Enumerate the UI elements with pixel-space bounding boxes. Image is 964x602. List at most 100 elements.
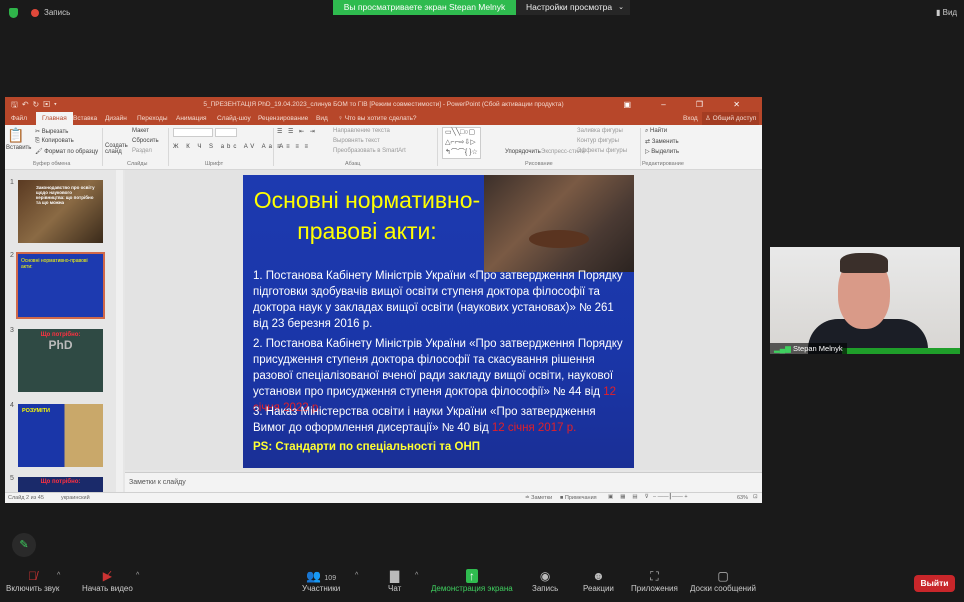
replace-button[interactable]: ⇄ Заменить — [645, 138, 679, 145]
apps-button[interactable]: ⛶ Приложения — [631, 568, 678, 593]
current-slide[interactable]: Основні нормативно-правові акти: 1. Пост… — [243, 175, 634, 468]
list-buttons[interactable]: ☰ ☰ ⇤ ⇥ — [277, 128, 317, 135]
video-options-caret[interactable]: ^ — [136, 572, 139, 579]
tell-me-search[interactable]: ♀ Что вы хотите сделать? — [338, 112, 417, 125]
zoom-level[interactable]: 63% — [737, 495, 748, 501]
item-text: 2. Постанова Кабінету Міністрів України … — [253, 338, 623, 398]
record-button[interactable]: ◉ Запись — [532, 568, 558, 593]
window-controls[interactable]: ▣ – ❐ ✕ — [623, 97, 754, 112]
chat-button[interactable]: ▇ Чат — [388, 568, 401, 593]
align-text-button[interactable]: Выровнять текст — [333, 138, 380, 144]
layout-button[interactable]: Макет — [132, 128, 149, 134]
shape-outline-button[interactable]: Контур фигуры — [577, 138, 619, 144]
fit-slide-icon[interactable]: ⊡ — [753, 494, 758, 500]
unmute-button[interactable]: 🎙̸ Включить звук — [6, 568, 59, 593]
apps-icon: ⛶ — [650, 569, 659, 583]
tab-file[interactable]: Файл — [11, 112, 27, 125]
copy-button[interactable]: ⎘ Копировать — [35, 138, 74, 145]
whiteboards-button[interactable]: ▢ Доски сообщений — [690, 568, 756, 593]
view-label: Вид — [942, 8, 958, 17]
notes-placeholder: Заметки к слайду — [129, 479, 186, 486]
tab-design[interactable]: Дизайн — [105, 112, 127, 125]
screen-share-banner: Вы просматриваете экран Stepan Melnyk — [333, 0, 516, 15]
whiteboards-label: Доски сообщений — [690, 584, 757, 593]
thumb-number: 3 — [10, 327, 14, 334]
start-video-button[interactable]: ▶̸ Начать видео — [82, 568, 133, 593]
reset-button[interactable]: Сбросить — [132, 138, 159, 144]
slide-title: Основні нормативно-правові акти: — [253, 187, 481, 244]
tab-home[interactable]: Главная — [36, 112, 73, 125]
reactions-label: Реакции — [583, 584, 614, 593]
chat-caret[interactable]: ^ — [415, 572, 418, 579]
language-indicator[interactable]: украинский — [61, 495, 90, 501]
participant-video-tile[interactable]: ▂▄▆ Stepan Melnyk — [770, 247, 960, 354]
font-format-buttons[interactable]: Ж К Ч S abc AV Aa A — [173, 144, 286, 150]
shape-effects-button[interactable]: Эффекты фигуры — [577, 148, 627, 154]
participant-name-text: Stepan Melnyk — [792, 344, 843, 353]
reactions-button[interactable]: ☻ Реакции — [583, 568, 614, 593]
signal-icon: ▂▄▆ — [774, 344, 791, 353]
paste-button[interactable]: Вставить — [6, 145, 31, 151]
share-button[interactable]: ♙ Общий доступ — [702, 112, 760, 125]
replace-label: Заменить — [651, 139, 679, 145]
smartart-button[interactable]: Преобразовать в SmartArt — [333, 148, 406, 154]
thumb-title: Законодавство про освіту щодо наукового … — [36, 185, 95, 205]
gavel-icon — [529, 230, 589, 248]
comments-toggle[interactable]: ■ Примечания — [560, 495, 597, 501]
signin-link[interactable]: Вход — [683, 112, 698, 125]
new-slide-button[interactable]: Создать слайд — [105, 143, 129, 155]
find-button[interactable]: ⌕ Найти — [645, 128, 667, 135]
audio-options-caret[interactable]: ^ — [57, 572, 60, 579]
tab-review[interactable]: Рецензирование — [258, 112, 308, 125]
select-button[interactable]: ▷ Выделить — [645, 148, 679, 155]
annotate-pen-button[interactable]: ✎ — [12, 533, 36, 557]
format-painter-button[interactable]: 🖌 Формат по образцу — [35, 148, 98, 155]
align-buttons[interactable]: ≡ ≡ ≡ ≡ — [277, 144, 310, 150]
slide-thumbnail-4[interactable]: РОЗУМІТИ — [18, 404, 103, 467]
participants-button[interactable]: 👥 109 Участники — [302, 568, 340, 593]
zoom-slider[interactable]: – ——┃—— + — [653, 494, 688, 500]
font-name-select[interactable] — [173, 128, 213, 137]
view-mode-buttons[interactable]: ▣▦▤⊽ — [608, 494, 656, 500]
slide-item-3: 3. Наказ Міністерства освіти і науки Укр… — [253, 404, 631, 436]
thumb-number: 1 — [10, 179, 14, 186]
quick-access-toolbar[interactable]: 🖫↶↻▣▾ — [11, 97, 61, 112]
view-settings-button[interactable]: Настройки просмотра ⌄ — [516, 0, 630, 15]
thumb-title: Основні нормативно-правові акти: — [21, 258, 88, 270]
slide-thumbnail-2[interactable]: Основні нормативно-правові акти: — [16, 252, 105, 319]
security-shield-icon[interactable] — [9, 8, 18, 18]
section-button[interactable]: Раздел — [132, 148, 152, 154]
tab-view[interactable]: Вид — [316, 112, 328, 125]
copy-label: Копировать — [41, 138, 74, 144]
slide-counter: Слайд 2 из 45 — [8, 495, 44, 501]
group-paragraph: Абзац — [345, 161, 361, 167]
slide-thumbnail-1[interactable]: Законодавство про освіту щодо наукового … — [18, 180, 103, 243]
powerpoint-window: 5_ПРЕЗЕНТАЦІЯ PhD_19.04.2023_слинув БОМ … — [5, 97, 762, 503]
text-direction-button[interactable]: Направление текста — [333, 128, 390, 134]
view-button[interactable]: ▮ Вид — [936, 8, 957, 17]
share-screen-button[interactable]: ↑ Демонстрация экрана — [431, 568, 513, 593]
format-painter-label: Формат по образцу — [44, 149, 99, 155]
tab-slideshow[interactable]: Слайд-шоу — [217, 112, 251, 125]
shape-fill-button[interactable]: Заливка фигуры — [577, 128, 623, 134]
thumbnails-scrollbar[interactable] — [116, 170, 123, 492]
record-dot-icon — [31, 9, 39, 17]
mic-muted-icon: 🎙̸ — [28, 569, 38, 583]
share-screen-icon: ↑ — [431, 568, 513, 584]
font-size-select[interactable] — [215, 128, 237, 137]
notes-pane[interactable]: Заметки к слайду — [125, 472, 762, 492]
slide-thumbnails-panel: 1 Законодавство про освіту щодо науковог… — [5, 170, 123, 492]
thumb-number: 5 — [10, 475, 14, 482]
tab-transitions[interactable]: Переходы — [137, 112, 168, 125]
arrange-button[interactable]: Упорядочить — [505, 149, 541, 155]
shapes-gallery[interactable]: ▭╲╲□○▢ △⌐⌐⇨⇩▷ ↰⌒⌒{ }☆ — [442, 127, 481, 159]
notes-toggle[interactable]: ≐ Заметки — [525, 495, 552, 501]
leave-button[interactable]: Выйти — [914, 575, 955, 592]
cut-button[interactable]: ✂ Вырезать — [35, 128, 68, 135]
slide-thumbnail-3[interactable]: Що потрібно: PhD — [18, 329, 103, 392]
tab-animation[interactable]: Анимация — [176, 112, 207, 125]
paste-icon[interactable]: 📋 — [7, 127, 24, 144]
participants-caret[interactable]: ^ — [355, 572, 358, 579]
slide-thumbnail-5[interactable]: Що потрібно: — [18, 477, 103, 492]
tab-insert[interactable]: Вставка — [73, 112, 97, 125]
